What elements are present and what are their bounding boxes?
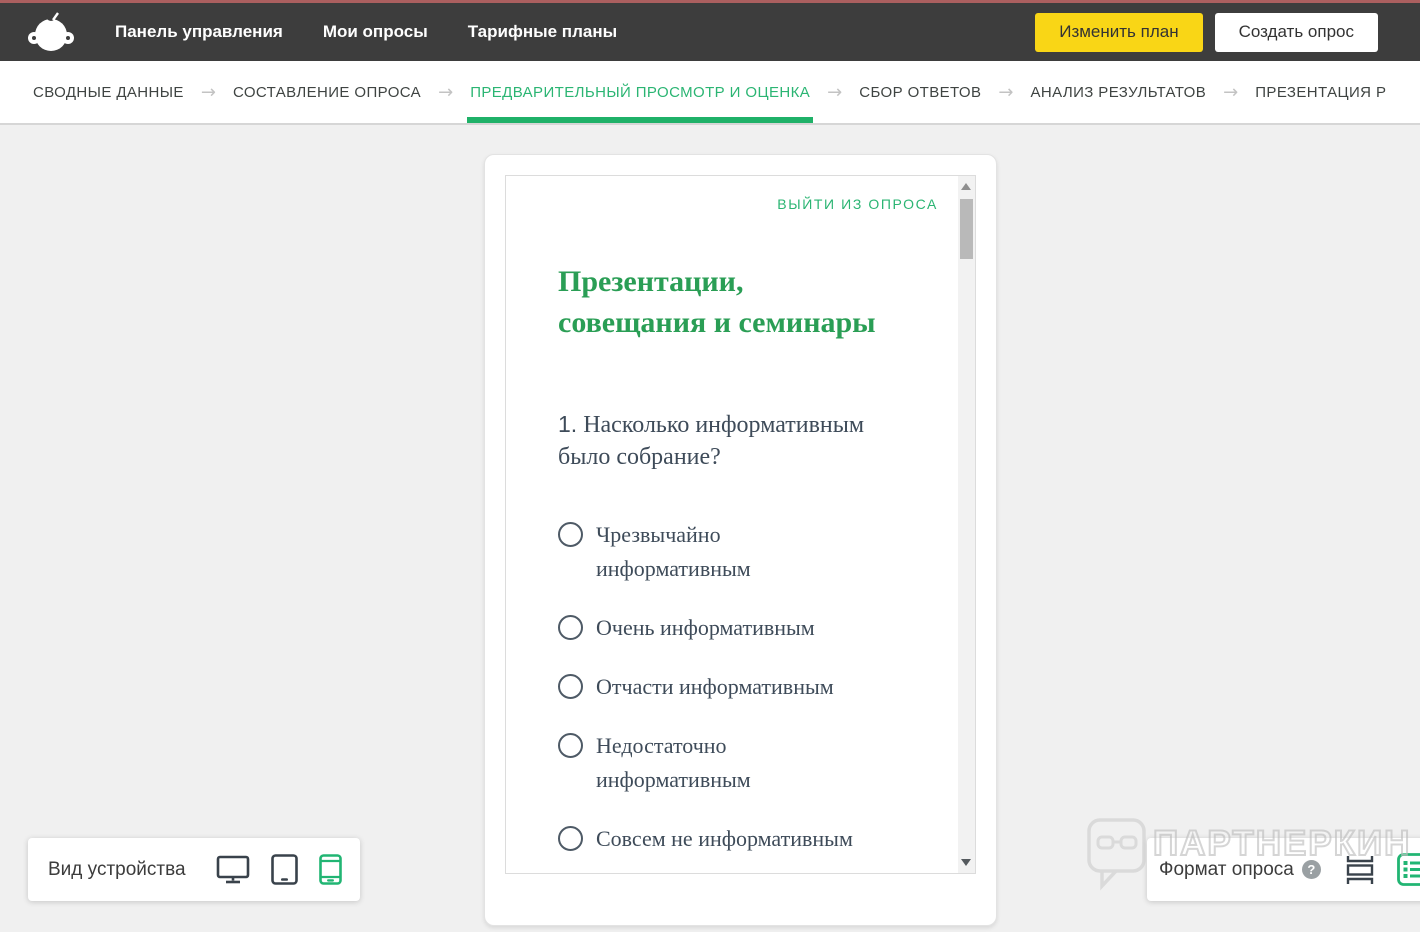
survey-preview-frame: ВЫЙТИ ИЗ ОПРОСА Презентации, совещания и… xyxy=(505,175,976,874)
survey-preview-card: ВЫЙТИ ИЗ ОПРОСА Презентации, совещания и… xyxy=(484,154,997,926)
radio-option[interactable]: Очень информативным xyxy=(558,611,938,645)
workflow-stepper: СВОДНЫЕ ДАННЫЕ СОСТАВЛЕНИЕ ОПРОСА ПРЕДВА… xyxy=(0,61,1420,125)
radio-button-icon[interactable] xyxy=(558,615,583,640)
change-plan-button[interactable]: Изменить план xyxy=(1035,12,1203,52)
radio-option[interactable]: Совсем не информативным xyxy=(558,822,938,856)
exit-survey-link[interactable]: ВЫЙТИ ИЗ ОПРОСА xyxy=(558,196,938,212)
radio-option[interactable]: Отчасти информативным xyxy=(558,670,938,704)
topbar: Панель управления Мои опросы Тарифные пл… xyxy=(0,0,1420,61)
topbar-nav: Панель управления Мои опросы Тарифные пл… xyxy=(115,22,617,42)
radio-option[interactable]: Недостаточно информативным xyxy=(558,729,938,797)
nav-plans[interactable]: Тарифные планы xyxy=(468,22,617,42)
option-label: Очень информативным xyxy=(596,615,815,640)
scroll-up-icon[interactable] xyxy=(961,183,971,190)
nav-dashboard[interactable]: Панель управления xyxy=(115,22,283,42)
preview-scrollbar[interactable] xyxy=(958,176,975,873)
option-label: Недостаточно информативным xyxy=(596,733,751,793)
watermark-logo-icon xyxy=(1086,817,1148,896)
tablet-icon[interactable] xyxy=(271,854,298,885)
one-question-format-icon[interactable] xyxy=(1343,855,1377,885)
radio-option[interactable]: Чрезвычайно информативным xyxy=(558,518,938,586)
step-design[interactable]: СОСТАВЛЕНИЕ ОПРОСА xyxy=(233,61,421,123)
desktop-icon[interactable] xyxy=(216,855,250,884)
radio-button-icon[interactable] xyxy=(558,826,583,852)
help-icon[interactable]: ? xyxy=(1301,860,1321,879)
scrollbar-thumb[interactable] xyxy=(960,199,973,259)
question-number: 1. xyxy=(558,411,578,437)
step-preview-score[interactable]: ПРЕДВАРИТЕЛЬНЫЙ ПРОСМОТР И ОЦЕНКА xyxy=(467,61,814,123)
create-survey-button[interactable]: Создать опрос xyxy=(1214,12,1378,52)
format-icons xyxy=(1343,853,1420,886)
phone-icon[interactable] xyxy=(319,854,342,885)
list-format-icon[interactable] xyxy=(1396,853,1420,886)
survey-title: Презентации, совещания и семинары xyxy=(558,265,876,339)
nav-my-surveys[interactable]: Мои опросы xyxy=(323,22,428,42)
survey-preview-content: ВЫЙТИ ИЗ ОПРОСА Презентации, совещания и… xyxy=(506,176,958,873)
step-summary[interactable]: СВОДНЫЕ ДАННЫЕ xyxy=(33,61,184,123)
step-present[interactable]: ПРЕЗЕНТАЦИЯ Р xyxy=(1255,61,1386,123)
radio-button-icon[interactable] xyxy=(558,521,583,547)
step-analyze[interactable]: АНАЛИЗ РЕЗУЛЬТАТОВ xyxy=(1030,61,1206,123)
step-arrow-icon xyxy=(827,61,842,123)
step-collect[interactable]: СБОР ОТВЕТОВ xyxy=(859,61,981,123)
topbar-buttons: Изменить план Создать опрос xyxy=(1035,12,1378,52)
survey-format-label: Формат опроса xyxy=(1159,858,1294,880)
step-arrow-icon xyxy=(998,61,1013,123)
radio-button-icon[interactable] xyxy=(558,733,583,759)
step-arrow-icon xyxy=(438,61,453,123)
device-icons xyxy=(216,854,342,885)
device-view-label: Вид устройства xyxy=(48,858,186,880)
scroll-down-icon[interactable] xyxy=(961,859,971,866)
device-view-panel: Вид устройства xyxy=(28,838,360,901)
question-body: Насколько информативным было собрание? xyxy=(558,412,865,470)
survey-format-panel: Формат опроса ? xyxy=(1147,838,1420,901)
option-label: Совсем не информативным xyxy=(596,826,853,852)
option-label: Чрезвычайно информативным xyxy=(596,521,751,581)
step-arrow-icon xyxy=(201,61,216,123)
question-text: 1. Насколько информативным было собрание… xyxy=(558,409,893,474)
option-label: Отчасти информативным xyxy=(596,674,834,700)
step-arrow-icon xyxy=(1223,61,1238,123)
answer-options: Чрезвычайно информативным Очень информат… xyxy=(558,518,938,857)
radio-button-icon[interactable] xyxy=(558,674,583,700)
surveymonkey-logo-icon[interactable] xyxy=(27,12,75,52)
